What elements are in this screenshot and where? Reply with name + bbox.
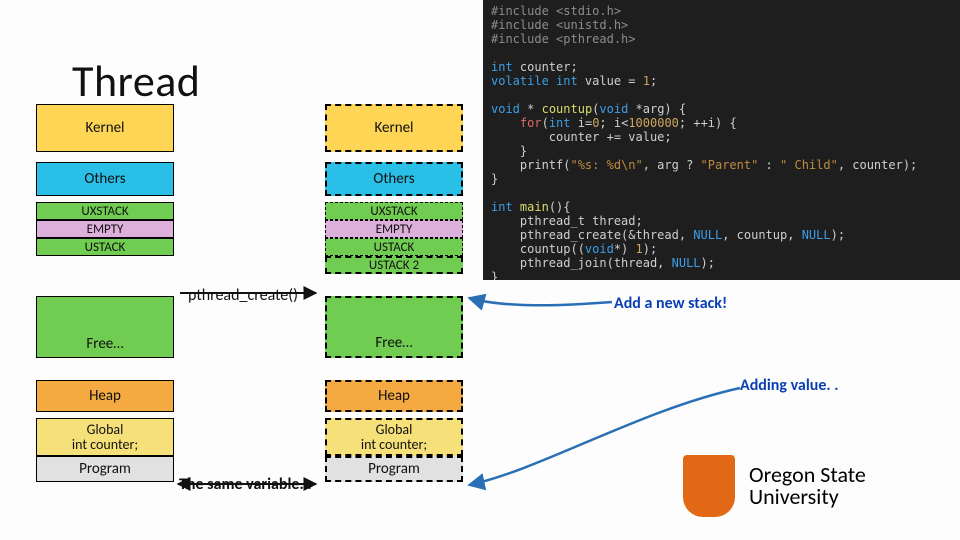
seg-others: Others — [325, 162, 463, 196]
seg-heap: Heap — [325, 380, 463, 412]
seg-program: Program — [325, 456, 463, 482]
memory-stack-right: Kernel Others UXSTACK EMPTY USTACK USTAC… — [325, 104, 463, 482]
seg-free: Free… — [325, 296, 463, 358]
seg-ustack2: USTACK 2 — [325, 256, 463, 274]
osu-text-line2: University — [749, 486, 866, 508]
seg-uxstack: UXSTACK — [36, 202, 174, 220]
seg-global: Global int counter; — [325, 418, 463, 456]
label-same-variable: The same variable. . — [179, 475, 312, 494]
seg-global-l1: Global — [376, 422, 413, 437]
seg-global: Global int counter; — [36, 418, 174, 456]
seg-free: Free… — [36, 296, 174, 358]
label-pthread-create: pthread_create() — [188, 286, 298, 305]
osu-text: Oregon State University — [749, 464, 866, 508]
label-add-new-stack: Add a new stack! — [614, 294, 727, 313]
seg-empty: EMPTY — [36, 220, 174, 238]
seg-global-l1: Global — [87, 422, 124, 437]
slide-title: Thread — [72, 54, 200, 108]
seg-empty: EMPTY — [325, 220, 463, 238]
seg-kernel: Kernel — [325, 104, 463, 152]
memory-stack-left: Kernel Others UXSTACK EMPTY USTACK Free…… — [36, 104, 174, 482]
code-snippet: #include <stdio.h> #include <unistd.h> #… — [483, 0, 960, 280]
seg-uxstack: UXSTACK — [325, 202, 463, 220]
osu-logo: Oregon State University — [683, 450, 928, 522]
seg-kernel: Kernel — [36, 104, 174, 152]
seg-ustack: USTACK — [36, 238, 174, 256]
seg-program: Program — [36, 456, 174, 482]
seg-ustack: USTACK — [325, 238, 463, 256]
seg-global-l2: int counter; — [361, 437, 427, 452]
label-adding-value: Adding value. . — [740, 376, 839, 395]
seg-global-l2: int counter; — [72, 437, 138, 452]
seg-heap: Heap — [36, 380, 174, 412]
osu-shield-icon — [683, 455, 735, 517]
seg-others: Others — [36, 162, 174, 196]
